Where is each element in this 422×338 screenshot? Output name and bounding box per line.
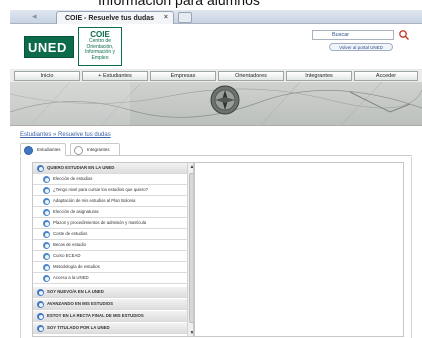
bullet-icon <box>43 209 50 216</box>
section-label: ESTOY EN LA RECTA FINAL DE MIS ESTUDIOS <box>47 313 144 318</box>
bullet-icon <box>43 242 50 249</box>
nav-item-acceder[interactable]: Acceder <box>354 71 418 81</box>
nav-item-integrantes[interactable]: Integrantes <box>286 71 352 81</box>
item-label: ¿Tengo nivel para cursar los estudios qu… <box>53 187 149 192</box>
item-label: Becas de estudio <box>53 242 86 247</box>
list-item[interactable]: Metodología de estudios <box>33 262 187 273</box>
list-item[interactable]: Curso ECEAD <box>33 251 187 262</box>
bullet-icon <box>43 253 50 260</box>
content-area: QUIERO ESTUDIAR EN LA UNED Elección de e… <box>20 157 412 338</box>
nav-item-inicio[interactable]: Inicio <box>14 71 80 81</box>
search-input[interactable] <box>312 30 394 40</box>
item-label: Adaptación de mis estudios al Plan Bolon… <box>53 198 136 203</box>
nav-item-empresas[interactable]: Empresas <box>150 71 216 81</box>
bullet-icon <box>43 231 50 238</box>
site-header: UNED COIE Centro de Orientación, Informa… <box>10 24 422 70</box>
list-section-avanzando[interactable]: AVANZANDO EN MIS ESTUDIOS <box>33 299 187 310</box>
bullet-icon <box>43 187 50 194</box>
list-item[interactable]: Becas de estudio <box>33 240 187 251</box>
bullet-icon <box>43 176 50 183</box>
bullet-icon <box>37 325 44 332</box>
item-label: Elección de estudios <box>53 176 93 181</box>
item-label: Coste de estudios <box>53 231 88 236</box>
bullet-icon <box>37 313 44 320</box>
item-label: Elección de asignaturas <box>53 209 99 214</box>
section-label: SOY TITULADO POR LA UNED <box>47 325 110 330</box>
estudiantes-icon <box>24 146 33 155</box>
item-label: Acceso a la UNED <box>53 275 89 280</box>
list-item[interactable]: Elección de estudios <box>33 174 187 185</box>
list-item[interactable]: Elección de asignaturas <box>33 207 187 218</box>
integrantes-icon <box>74 146 83 155</box>
back-to-portal-button[interactable]: Volver al portal UNED <box>329 43 393 51</box>
list-section-recta-final[interactable]: ESTOY EN LA RECTA FINAL DE MIS ESTUDIOS <box>33 311 187 322</box>
bullet-icon <box>43 198 50 205</box>
header-banner-image <box>10 82 422 126</box>
search-label: Buscar <box>332 32 350 38</box>
cropped-page-heading: Información para alumnos <box>0 0 422 10</box>
bullet-icon <box>37 301 44 308</box>
browser-tab-bar: ◂ COIE - Resuelve tus dudas × <box>10 10 422 24</box>
browser-tab[interactable]: COIE - Resuelve tus dudas × <box>56 11 174 24</box>
list-item[interactable]: Adaptación de mis estudios al Plan Bolon… <box>33 196 187 207</box>
coie-subtitle-line: Empleo <box>91 54 109 61</box>
nav-item-estudiantes[interactable]: + Estudiantes <box>82 71 148 81</box>
coie-logo[interactable]: COIE Centro de Orientación, Información … <box>78 27 122 66</box>
list-scrollbar[interactable]: ▲ ▼ <box>187 163 193 336</box>
new-tab-button[interactable] <box>178 12 192 23</box>
cropped-heading-text: Información para alumnos <box>98 0 260 8</box>
nav-item-orientadores[interactable]: Orientadores <box>218 71 284 81</box>
section-label: AVANZANDO EN MIS ESTUDIOS <box>47 301 113 306</box>
bullet-icon <box>37 165 44 172</box>
tab-estudiantes[interactable]: Estudiantes <box>20 143 66 156</box>
uned-logo[interactable]: UNED <box>24 36 74 58</box>
tab-close-icon[interactable]: × <box>164 14 168 21</box>
list-item[interactable]: Coste de estudios <box>33 229 187 240</box>
list-item[interactable]: Acceso a la UNED <box>33 273 187 284</box>
audience-tabs: Estudiantes Integrantes <box>20 143 412 156</box>
bullet-icon <box>43 220 50 227</box>
list-section-titulado[interactable]: SOY TITULADO POR LA UNED <box>33 323 187 334</box>
bullet-icon <box>43 275 50 282</box>
breadcrumb[interactable]: Estudiantes » Resuelve tus dudas <box>20 132 111 138</box>
faq-list-panel: QUIERO ESTUDIAR EN LA UNED Elección de e… <box>32 162 194 337</box>
list-item[interactable]: Plazos y procedimientos de admisión y ma… <box>33 218 187 229</box>
bullet-icon <box>43 264 50 271</box>
tab-label: Estudiantes <box>37 147 61 152</box>
tab-integrantes[interactable]: Integrantes <box>70 143 120 156</box>
map-compass-illustration <box>10 82 422 125</box>
main-nav: Inicio + Estudiantes Empresas Orientador… <box>10 70 422 82</box>
faq-detail-panel <box>194 162 404 337</box>
tab-label: Integrantes <box>87 147 110 152</box>
list-item[interactable]: ¿Tengo nivel para cursar los estudios qu… <box>33 185 187 196</box>
search-icon[interactable] <box>398 29 410 41</box>
section-label: SOY NUEVO/A EN LA UNED <box>47 289 104 294</box>
section-label: QUIERO ESTUDIAR EN LA UNED <box>47 165 115 170</box>
bullet-icon <box>37 289 44 296</box>
item-label: Metodología de estudios <box>53 264 100 269</box>
list-section-soy-nuevo[interactable]: SOY NUEVO/A EN LA UNED <box>33 287 187 298</box>
item-label: Curso ECEAD <box>53 253 81 258</box>
list-section-quiero-estudiar[interactable]: QUIERO ESTUDIAR EN LA UNED <box>33 163 187 174</box>
item-label: Plazos y procedimientos de admisión y ma… <box>53 220 147 225</box>
back-arrow-icon[interactable]: ◂ <box>32 11 37 22</box>
tab-title: COIE - Resuelve tus dudas <box>65 15 155 22</box>
